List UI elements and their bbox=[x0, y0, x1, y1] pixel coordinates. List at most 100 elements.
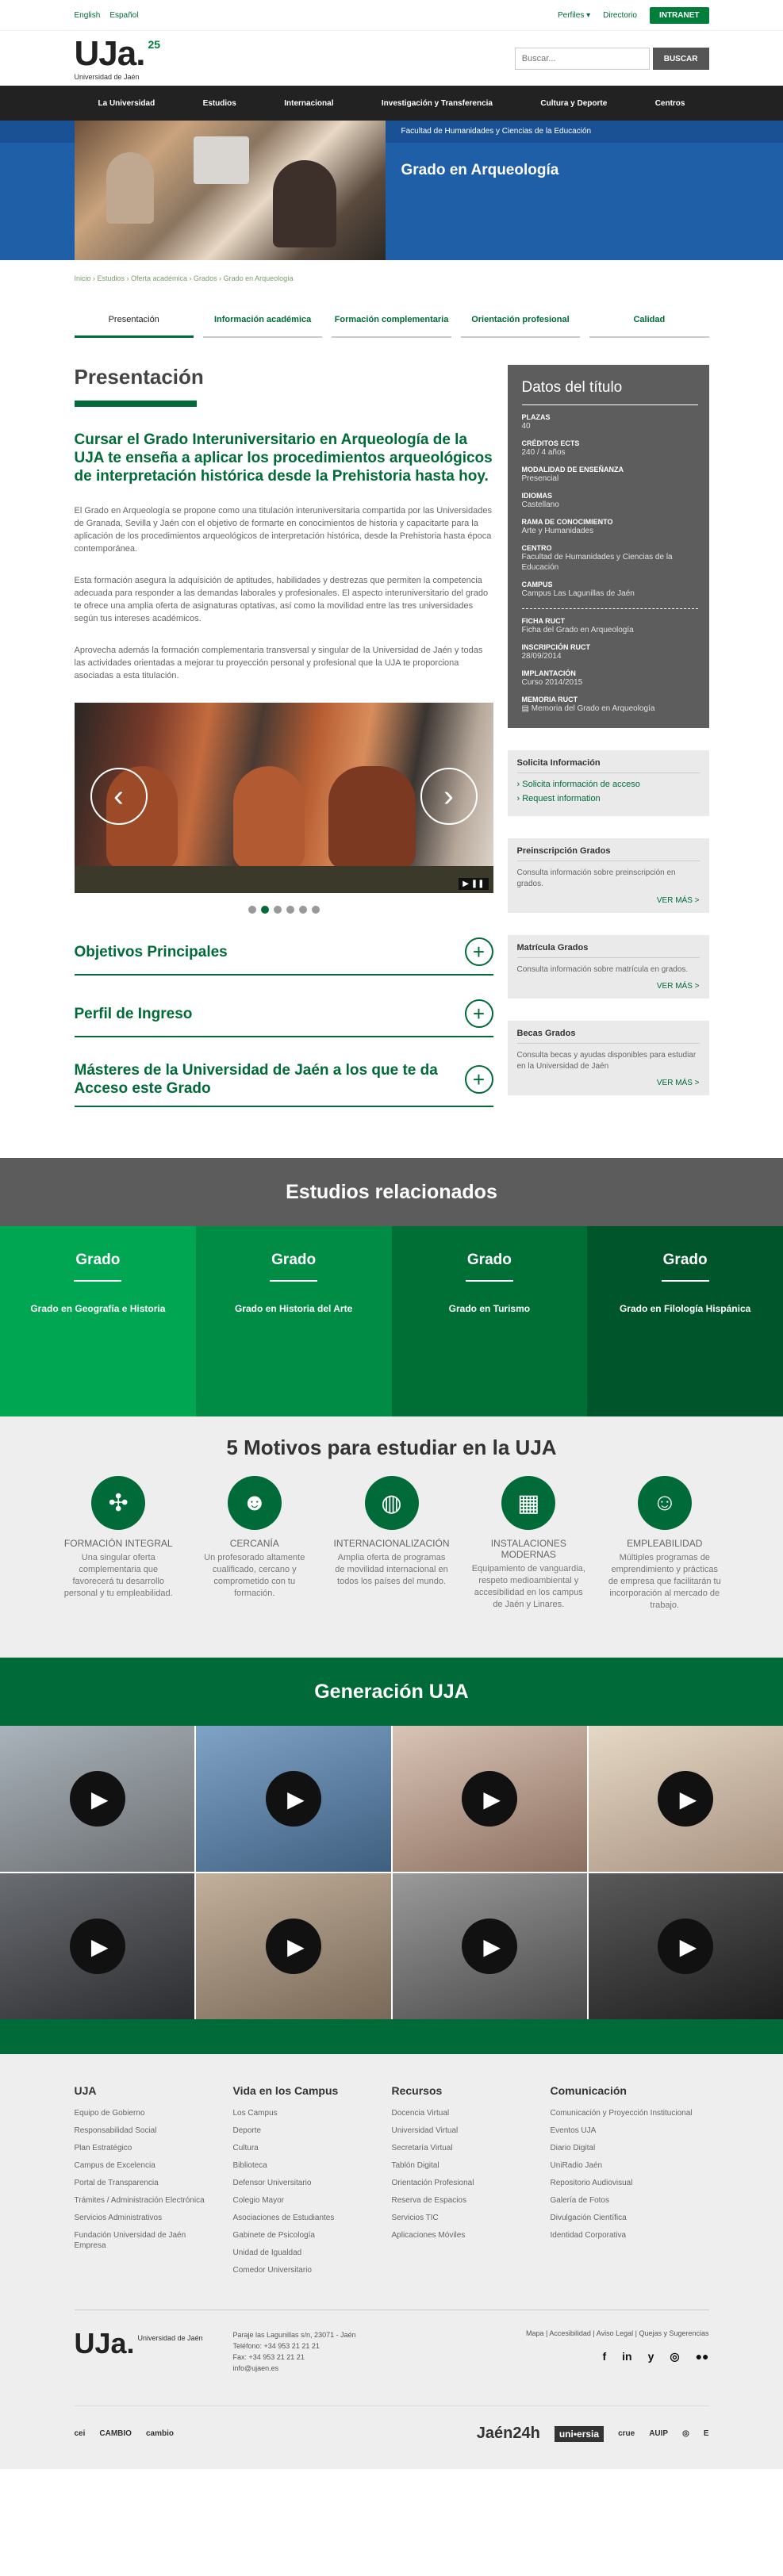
nav-la-universidad[interactable]: La Universidad bbox=[98, 99, 155, 108]
nav-investigacion[interactable]: Investigación y Transferencia bbox=[382, 99, 493, 108]
footer-link[interactable]: Secretaría Virtual bbox=[392, 2143, 535, 2153]
carousel-play-pause[interactable]: ▶ ❚❚ bbox=[459, 878, 489, 890]
partner-logo-cei[interactable]: cei bbox=[75, 2429, 86, 2438]
carousel-dot[interactable] bbox=[248, 906, 256, 914]
video-thumbnail[interactable]: ▶ bbox=[588, 1726, 783, 1872]
ver-mas-link[interactable]: VER MÁS > bbox=[517, 982, 700, 991]
play-icon[interactable]: ▶ bbox=[462, 1771, 518, 1827]
facebook-icon[interactable]: f bbox=[602, 2350, 606, 2363]
nav-cultura-deporte[interactable]: Cultura y Deporte bbox=[540, 99, 607, 108]
footer-link[interactable]: Equipo de Gobierno bbox=[75, 2108, 217, 2118]
play-icon[interactable]: ▶ bbox=[69, 1919, 125, 1974]
related-card[interactable]: Grado Grado en Historia del Arte bbox=[195, 1226, 392, 1416]
tab-orientacion-profesional[interactable]: Orientación profesional bbox=[460, 303, 581, 338]
footer-link[interactable]: Gabinete de Psicología bbox=[233, 2230, 376, 2241]
nav-internacional[interactable]: Internacional bbox=[284, 99, 333, 108]
perfiles-dropdown[interactable]: Perfiles ▾ bbox=[558, 11, 590, 20]
nav-centros[interactable]: Centros bbox=[655, 99, 685, 108]
footer-link[interactable]: Servicios TIC bbox=[392, 2213, 535, 2223]
play-icon[interactable]: ▶ bbox=[462, 1919, 518, 1974]
footer-logo[interactable]: UJa. Universidad de Jaén bbox=[75, 2329, 233, 2358]
request-information-link[interactable]: › Request information bbox=[517, 794, 700, 803]
video-thumbnail[interactable]: ▶ bbox=[196, 1726, 391, 1872]
footer-link[interactable]: Universidad Virtual bbox=[392, 2126, 535, 2136]
partner-logo-jaen24h[interactable]: Jaén24h bbox=[477, 2425, 540, 2443]
video-thumbnail[interactable]: ▶ bbox=[392, 1726, 587, 1872]
footer-link[interactable]: Aplicaciones Móviles bbox=[392, 2230, 535, 2241]
video-thumbnail[interactable]: ▶ bbox=[0, 1873, 195, 2019]
footer-link[interactable]: Trámites / Administración Electrónica bbox=[75, 2195, 217, 2206]
flickr-icon[interactable]: ●● bbox=[696, 2350, 709, 2363]
nav-estudios[interactable]: Estudios bbox=[203, 99, 236, 108]
footer-link[interactable]: Defensor Universitario bbox=[233, 2178, 376, 2188]
footer-link[interactable]: Biblioteca bbox=[233, 2160, 376, 2171]
carousel-dot[interactable] bbox=[298, 906, 307, 914]
footer-link[interactable]: Campus de Excelencia bbox=[75, 2160, 217, 2171]
video-thumbnail[interactable]: ▶ bbox=[0, 1726, 195, 1872]
twitter-icon[interactable]: y bbox=[648, 2350, 654, 2363]
video-thumbnail[interactable]: ▶ bbox=[392, 1873, 587, 2019]
solicita-acceso-link[interactable]: › Solicita información de acceso bbox=[517, 780, 700, 789]
carousel-dot[interactable] bbox=[311, 906, 320, 914]
related-card[interactable]: Grado Grado en Filología Hispánica bbox=[587, 1226, 783, 1416]
footer-link[interactable]: Cultura bbox=[233, 2143, 376, 2153]
footer-link[interactable]: UniRadio Jaén bbox=[551, 2160, 693, 2171]
accordion-perfil-ingreso[interactable]: Perfil de Ingreso + bbox=[74, 999, 493, 1037]
ver-mas-link[interactable]: VER MÁS > bbox=[517, 1079, 700, 1087]
memoria-link[interactable]: ▤ Memoria del Grado en Arqueología bbox=[522, 703, 698, 714]
accordion-masteres[interactable]: Másteres de la Universidad de Jaén a los… bbox=[74, 1061, 493, 1107]
footer-link[interactable]: Fundación Universidad de Jaén Empresa bbox=[75, 2230, 217, 2251]
footer-link[interactable]: Orientación Profesional bbox=[392, 2178, 535, 2188]
footer-link[interactable]: Eventos UJA bbox=[551, 2126, 693, 2136]
footer-link[interactable]: Identidad Corporativa bbox=[551, 2230, 693, 2241]
footer-link[interactable]: Reserva de Espacios bbox=[392, 2195, 535, 2206]
hero-faculty[interactable]: Facultad de Humanidades y Ciencias de la… bbox=[401, 127, 592, 136]
instagram-icon[interactable]: ◎ bbox=[670, 2350, 679, 2363]
carousel-next-button[interactable]: › bbox=[420, 768, 478, 825]
tab-calidad[interactable]: Calidad bbox=[589, 303, 709, 338]
uja-logo[interactable]: UJa. Universidad de Jaén 25 bbox=[75, 36, 161, 82]
directorio-link[interactable]: Directorio bbox=[603, 11, 637, 20]
partner-logo-auip[interactable]: AUIP bbox=[649, 2429, 668, 2438]
partner-logo-e[interactable]: E bbox=[704, 2429, 709, 2438]
partner-logo-crue[interactable]: crue bbox=[618, 2429, 635, 2438]
video-thumbnail[interactable]: ▶ bbox=[588, 1873, 783, 2019]
footer-link[interactable]: Portal de Transparencia bbox=[75, 2178, 217, 2188]
footer-link[interactable]: Repositorio Audiovisual bbox=[551, 2178, 693, 2188]
plus-icon[interactable]: + bbox=[464, 937, 493, 966]
play-icon[interactable]: ▶ bbox=[658, 1919, 714, 1974]
footer-link[interactable]: Galería de Fotos bbox=[551, 2195, 693, 2206]
plus-icon[interactable]: + bbox=[464, 999, 493, 1028]
play-icon[interactable]: ▶ bbox=[658, 1771, 714, 1827]
legal-links[interactable]: Mapa | Accesibilidad | Aviso Legal | Que… bbox=[471, 2329, 708, 2337]
lang-english[interactable]: English bbox=[75, 11, 101, 20]
accordion-objetivos[interactable]: Objetivos Principales + bbox=[74, 937, 493, 976]
footer-link[interactable]: Unidad de Igualdad bbox=[233, 2248, 376, 2258]
tab-presentacion[interactable]: Presentación bbox=[74, 303, 194, 338]
footer-link[interactable]: Servicios Administrativos bbox=[75, 2213, 217, 2223]
partner-logo-cambio-2[interactable]: cambio bbox=[146, 2429, 174, 2438]
play-icon[interactable]: ▶ bbox=[265, 1919, 321, 1974]
partner-logo-universia[interactable]: uni•ersia bbox=[554, 2425, 605, 2442]
footer-link[interactable]: Diario Digital bbox=[551, 2143, 693, 2153]
related-card[interactable]: Grado Grado en Geografía e Historia bbox=[0, 1226, 196, 1416]
footer-link[interactable]: Deporte bbox=[233, 2126, 376, 2136]
footer-link[interactable]: Comedor Universitario bbox=[233, 2265, 376, 2275]
partner-logo-cambio[interactable]: CAMBIO bbox=[99, 2429, 132, 2438]
footer-link[interactable]: Asociaciones de Estudiantes bbox=[233, 2213, 376, 2223]
tab-formacion-complementaria[interactable]: Formación complementaria bbox=[332, 303, 451, 338]
ficha-ruct-link[interactable]: Ficha del Grado en Arqueología bbox=[522, 625, 698, 635]
tab-informacion-academica[interactable]: Información académica bbox=[202, 303, 323, 338]
breadcrumb[interactable]: Inicio › Estudios › Oferta académica › G… bbox=[75, 260, 709, 282]
carousel-prev-button[interactable]: ‹ bbox=[90, 768, 148, 825]
carousel-dot-active[interactable] bbox=[260, 906, 269, 914]
footer-link[interactable]: Tablón Digital bbox=[392, 2160, 535, 2171]
footer-link[interactable]: Docencia Virtual bbox=[392, 2108, 535, 2118]
carousel-dot[interactable] bbox=[273, 906, 282, 914]
play-icon[interactable]: ▶ bbox=[69, 1771, 125, 1827]
ver-mas-link[interactable]: VER MÁS > bbox=[517, 896, 700, 905]
play-icon[interactable]: ▶ bbox=[265, 1771, 321, 1827]
footer-link[interactable]: Plan Estratégico bbox=[75, 2143, 217, 2153]
linkedin-icon[interactable]: in bbox=[622, 2350, 631, 2363]
partner-logo-emblem[interactable]: ◎ bbox=[682, 2429, 689, 2438]
